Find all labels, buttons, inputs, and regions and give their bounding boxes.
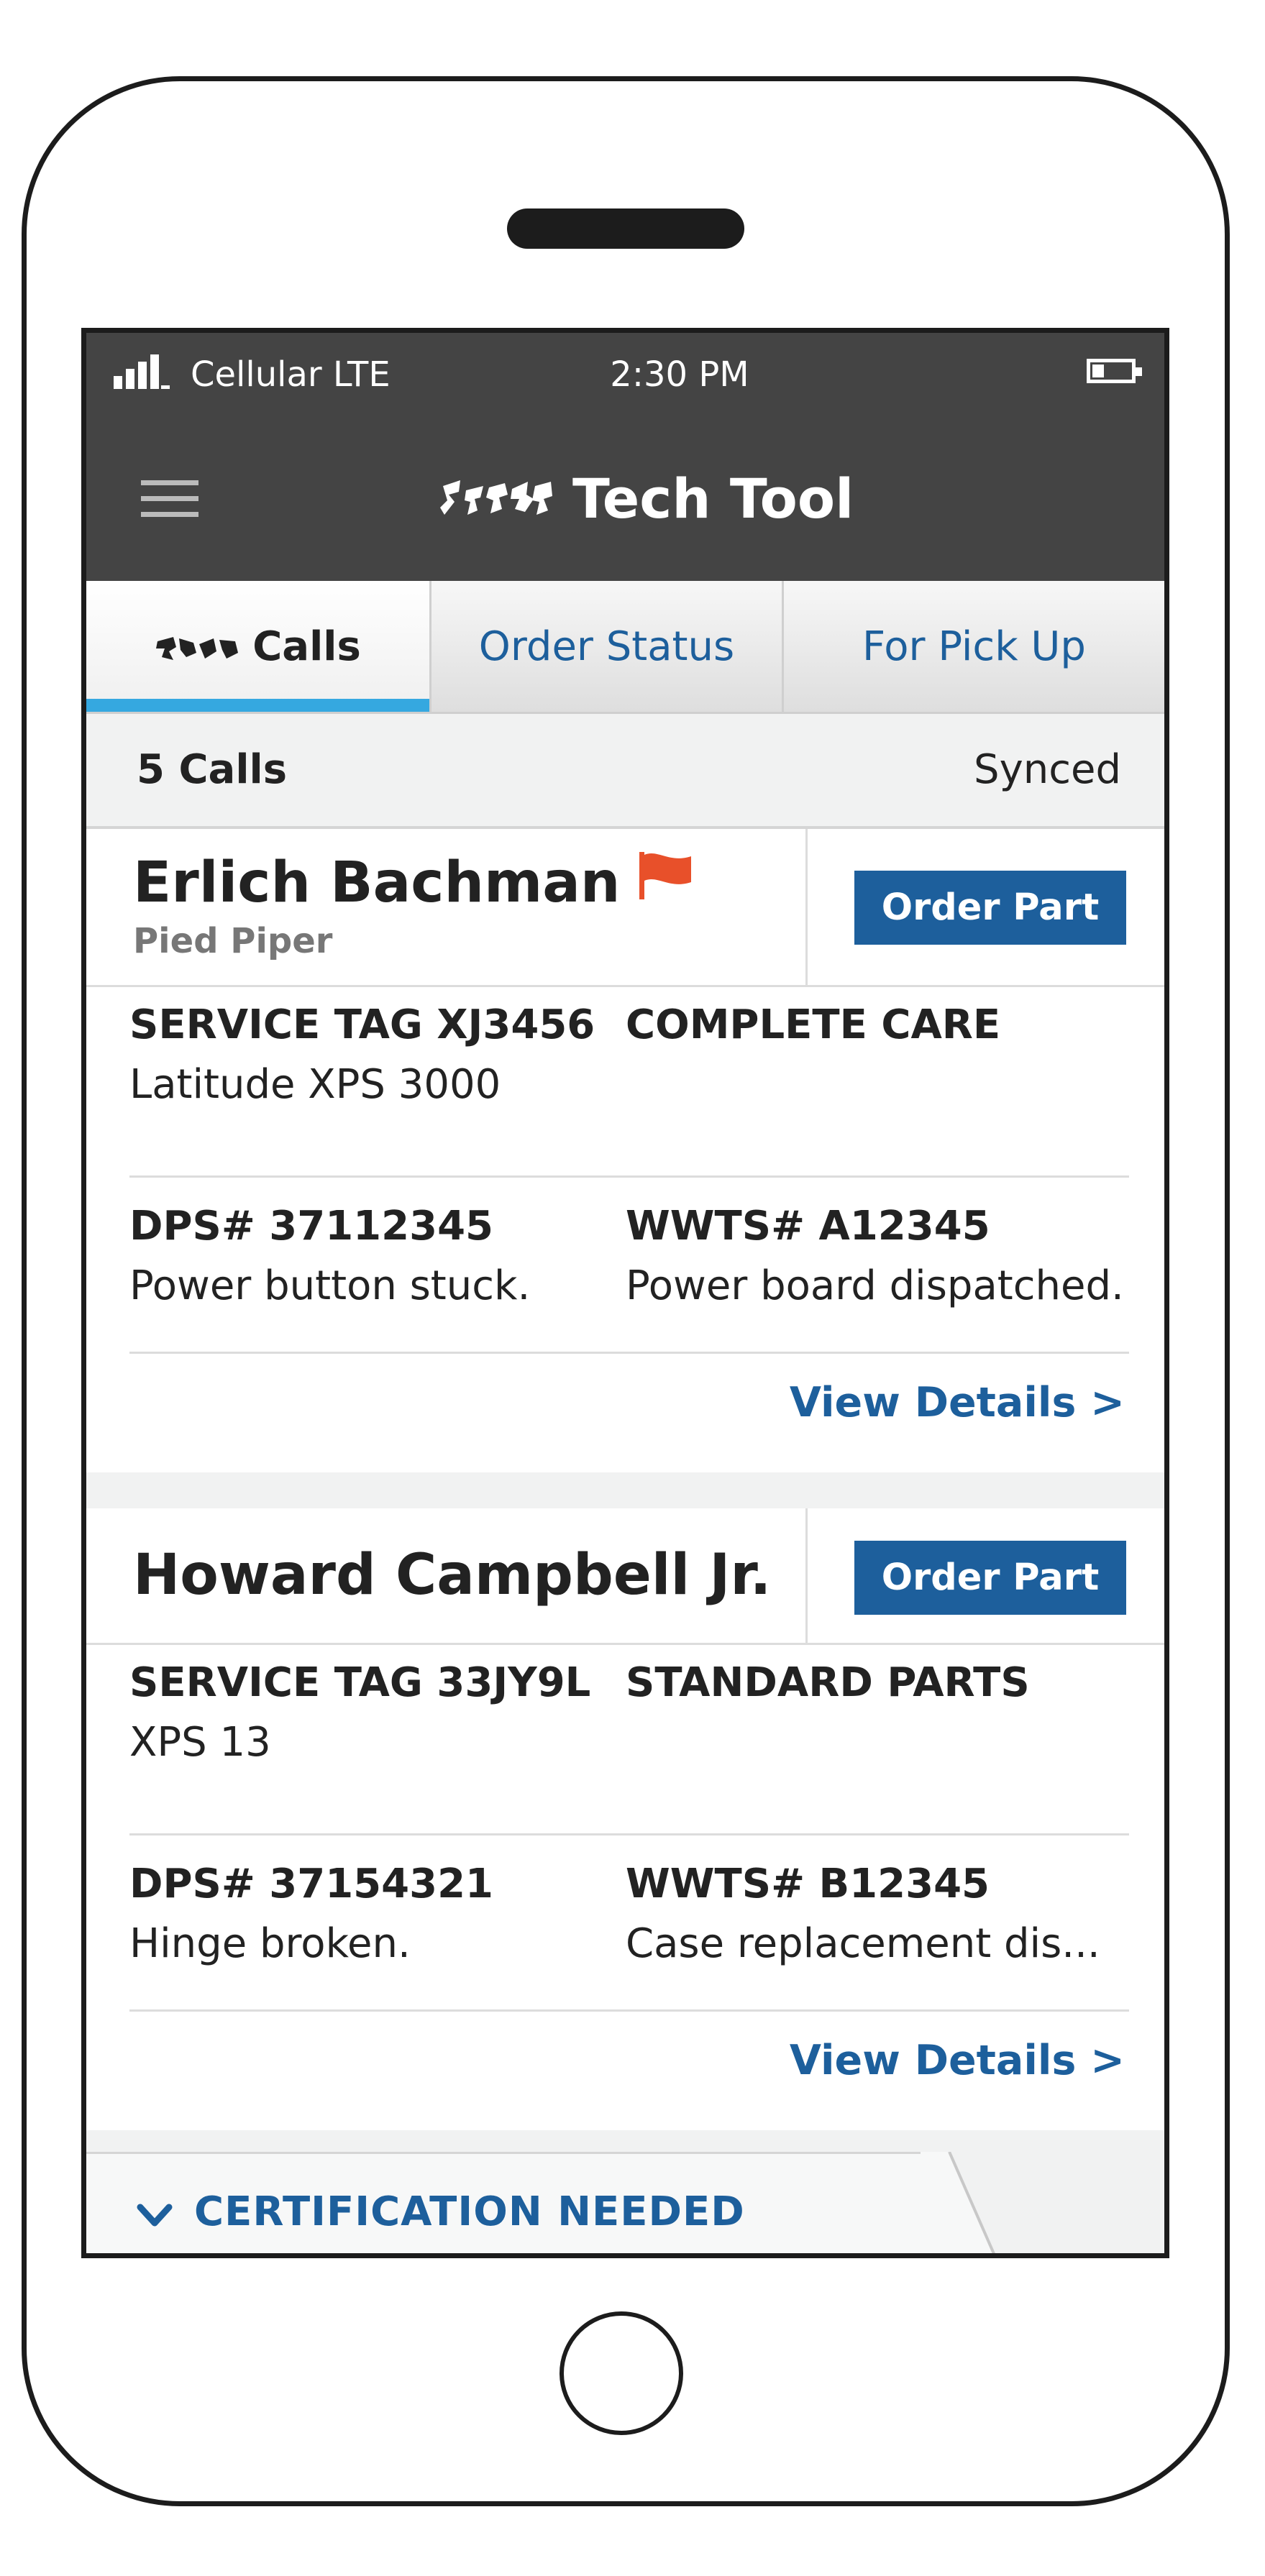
call-card-header: Erlich Bachman Pied Piper Order Part [86,829,1164,987]
device-info-row: SERVICE TAG XJ3456 Latitude XPS 3000 COM… [129,1001,1129,1178]
call-count: 5 Calls [137,746,288,793]
status-bar: Cellular LTE 2:30 PM [86,333,1164,416]
tab-calls[interactable]: Calls [86,581,431,712]
hamburger-icon[interactable] [141,480,198,518]
wwts-number: WWTS# B12345 [626,1861,990,1907]
tab-label: For Pick Up [862,623,1086,670]
header-divider [805,829,808,985]
warranty-type: STANDARD PARTS [626,1659,1030,1706]
chevron-down-icon [137,2204,173,2227]
main-tabs: Calls Order Status For Pick Up [86,581,1164,714]
app-screen: Cellular LTE 2:30 PM Tech Tool Calls Ord… [81,328,1169,2258]
dps-number: DPS# 37154321 [129,1861,493,1907]
service-tag: SERVICE TAG 33JY9L [129,1659,591,1706]
wwts-number: WWTS# A12345 [626,1203,990,1250]
call-card-header: Howard Campbell Jr. Order Part [86,1508,1164,1645]
battery-icon [1087,359,1142,383]
calls-summary-bar: 5 Calls Synced [86,714,1164,829]
app-branding: Tech Tool [439,462,854,534]
signal-strength-icon [114,353,171,389]
tab-order-status[interactable]: Order Status [431,581,784,712]
customer-name: Howard Campbell Jr. [133,1543,772,1608]
customer-name: Erlich Bachman [133,851,621,915]
call-card: Erlich Bachman Pied Piper Order Part SER… [86,829,1164,1472]
issue-description: Hinge broken. [129,1920,411,1967]
dispatch-info-row: DPS# 37112345 Power button stuck. WWTS# … [129,1178,1129,1354]
resolution-description: Power board dispatched. [626,1262,1124,1309]
brand-logo-icon [440,480,552,515]
view-details-link[interactable]: View Details > [790,1379,1125,1426]
app-title: Tech Tool [572,466,854,531]
sync-status: Synced [974,746,1121,793]
dispatch-info-row: DPS# 37154321 Hinge broken. WWTS# B12345… [129,1835,1129,2012]
status-time: 2:30 PM [610,354,749,395]
app-header: Tech Tool [86,416,1164,581]
device-model: XPS 13 [129,1719,271,1766]
call-card: Howard Campbell Jr. Order Part SERVICE T… [86,1508,1164,2130]
order-part-button[interactable]: Order Part [854,871,1126,945]
home-button[interactable] [560,2311,683,2435]
tab-for-pick-up[interactable]: For Pick Up [784,581,1164,712]
calls-icon [156,637,239,660]
certification-needed-toggle[interactable]: CERTIFICATION NEEDED [86,2152,949,2253]
view-details-link[interactable]: View Details > [790,2037,1125,2084]
tab-label: Calls [252,623,361,670]
certification-label: CERTIFICATION NEEDED [194,2188,745,2235]
device-info-row: SERVICE TAG 33JY9L XPS 13 STANDARD PARTS [129,1659,1129,1835]
device-model: Latitude XPS 3000 [129,1061,501,1108]
resolution-description: Case replacement dis... [626,1920,1100,1967]
certification-tab-corner [921,2152,995,2253]
header-divider [805,1508,808,1643]
issue-description: Power button stuck. [129,1262,531,1309]
flag-icon [639,852,691,899]
service-tag: SERVICE TAG XJ3456 [129,1001,595,1048]
tab-label: Order Status [478,623,735,670]
order-part-button[interactable]: Order Part [854,1541,1126,1615]
warranty-type: COMPLETE CARE [626,1001,1001,1048]
dps-number: DPS# 37112345 [129,1203,493,1250]
carrier-label: Cellular LTE [191,354,391,395]
customer-company: Pied Piper [133,921,333,961]
phone-speaker [507,208,744,249]
